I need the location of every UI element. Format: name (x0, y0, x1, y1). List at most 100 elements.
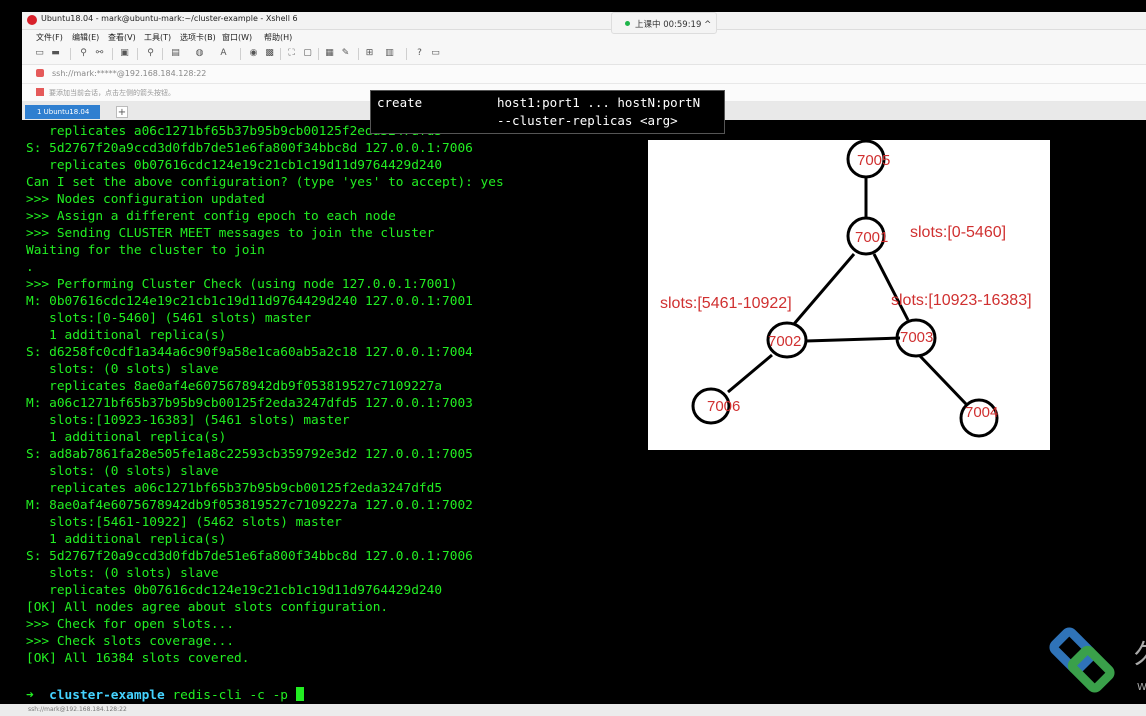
toolbar: ▭ ▬ ⚲ ⚯ ▣ ⚲ ▤ ◍ A ◉ ▩ ⛶ ▢ ▦ ✎ ⊞ ▥ ? ▭ (22, 44, 1146, 65)
terminal-line: Waiting for the cluster to join (26, 243, 265, 258)
class-timer[interactable]: 上课中 00:59:19 ^ (611, 12, 717, 34)
status-bar: ssh://mark@192.168.184.128:22 (0, 704, 1146, 716)
node-7001-label: 7001 (855, 229, 888, 246)
autocomplete-command[interactable]: create (377, 95, 422, 110)
slots-7003-label: slots:[10923-16383] (891, 292, 1032, 309)
hint-text: 要添加当前会话，点击左侧的箭头按钮。 (49, 89, 175, 97)
fullscreen-icon[interactable]: ⛶ (286, 48, 297, 59)
add-tab-button[interactable]: + (116, 106, 128, 118)
edge-7002-7003 (805, 336, 901, 343)
edge-7002-7006 (727, 353, 773, 394)
terminal-line: 1 additional replica(s) (26, 532, 227, 547)
properties-icon[interactable]: ▣ (119, 48, 130, 59)
watermark-subtext: W (1137, 682, 1146, 693)
terminal-line: slots: (0 slots) slave (26, 464, 219, 479)
menu-window[interactable]: 窗口(W) (222, 32, 252, 43)
terminal-line: S: 5d2767f20a9ccd3d0fdb7de51e6fa800f34bb… (26, 549, 473, 564)
terminal-line: S: d6258fc0cdf1a344a6c90f9a58e1ca60ab5a2… (26, 345, 473, 360)
tunnel-icon[interactable]: ▩ (264, 48, 275, 59)
toolbar-divider (318, 48, 319, 60)
timer-text: 上课中 00:59:19 ^ (635, 20, 712, 30)
terminal-line: [OK] All 16384 slots covered. (26, 651, 250, 666)
autocomplete-popup[interactable]: create host1:port1 ... hostN:portN --clu… (370, 90, 725, 134)
terminal-line: >>> Check slots coverage... (26, 634, 235, 649)
menu-view[interactable]: 查看(V) (108, 32, 136, 43)
disconnect-icon[interactable]: ⚯ (94, 48, 105, 59)
terminal-line: replicates 0b07616cdc124e19c21cb1c19d11d… (26, 158, 443, 173)
prompt-directory: cluster-example (49, 688, 165, 703)
cluster-diagram: 7005 7001 7002 7003 7006 7004 slots:[0-5… (648, 140, 1050, 450)
menu-help[interactable]: 帮助(H) (264, 32, 292, 43)
status-text: ssh://mark@192.168.184.128:22 (28, 706, 127, 713)
prompt-command[interactable]: redis-cli -c -p (172, 688, 288, 703)
edge-7001-7003 (872, 253, 910, 321)
toolbar-divider (137, 48, 138, 60)
open-folder-icon[interactable]: ▬ (50, 48, 61, 59)
terminal-line: replicates 0b07616cdc124e19c21cb1c19d11d… (26, 583, 443, 598)
node-7006-label: 7006 (707, 398, 740, 415)
terminal-line: M: a06c1271bf65b37b95b9cb00125f2eda3247d… (26, 396, 473, 411)
tab-ubuntu[interactable]: 1 Ubuntu18.04 (25, 105, 100, 119)
terminal-line: replicates 8ae0af4e6075678942db9f0538195… (26, 379, 443, 394)
font-icon[interactable]: A (218, 48, 229, 59)
keyboard-icon[interactable]: ▦ (324, 48, 335, 59)
terminal-line: >>> Sending CLUSTER MEET messages to joi… (26, 226, 435, 241)
bookmark-icon[interactable] (36, 88, 44, 96)
globe-icon[interactable]: ◍ (194, 48, 205, 59)
terminal-line: slots:[5461-10922] (5462 slots) master (26, 515, 342, 530)
print-icon[interactable]: ▤ (170, 48, 181, 59)
toolbar-divider (240, 48, 241, 60)
add-icon[interactable]: ⊞ (364, 48, 375, 59)
prompt-line[interactable]: ➜ cluster-example redis-cli -c -p (26, 687, 304, 704)
watermark-logo-icon (1049, 627, 1115, 693)
menu-tools[interactable]: 工具(T) (144, 32, 171, 43)
search-icon[interactable]: ⚲ (145, 48, 156, 59)
terminal-line: 1 additional replica(s) (26, 430, 227, 445)
watermark-text: 久 (1134, 634, 1146, 671)
text-cursor (295, 687, 304, 701)
window-title: Ubuntu18.04 - mark@ubuntu-mark:~/cluster… (41, 14, 298, 23)
xshell-logo-icon (27, 15, 37, 25)
menu-bar: 文件(F) 编辑(E) 查看(V) 工具(T) 选项卡(B) 窗口(W) 帮助(… (22, 30, 1146, 44)
node-7003-label: 7003 (900, 329, 933, 346)
terminal-line: >>> Nodes configuration updated (26, 192, 265, 207)
toolbar-divider (280, 48, 281, 60)
edge-7003-7004 (918, 354, 968, 406)
toolbar-divider (70, 48, 71, 60)
node-7005-label: 7005 (857, 152, 890, 169)
terminal-line: slots:[10923-16383] (5461 slots) master (26, 413, 350, 428)
menu-tabs[interactable]: 选项卡(B) (180, 32, 216, 43)
title-bar[interactable]: Ubuntu18.04 - mark@ubuntu-mark:~/cluster… (22, 12, 1146, 30)
lock-icon (36, 69, 44, 77)
toolbar-divider (162, 48, 163, 60)
layout-icon[interactable]: ▥ (384, 48, 395, 59)
watermark-logo (1040, 626, 1130, 706)
node-7002-label: 7002 (768, 333, 801, 350)
toolbar-divider (406, 48, 407, 60)
prompt-arrow: ➜ (26, 688, 34, 703)
menu-file[interactable]: 文件(F) (36, 32, 63, 43)
terminal-line: Can I set the above configuration? (type… (26, 175, 504, 190)
menu-edit[interactable]: 编辑(E) (72, 32, 99, 43)
node-7004-label: 7004 (965, 404, 998, 421)
lock-icon[interactable]: ▢ (302, 48, 313, 59)
compose-icon[interactable]: ✎ (340, 48, 351, 59)
reconnect-icon[interactable]: ⚲ (78, 48, 89, 59)
xftp-icon[interactable]: ◉ (248, 48, 259, 59)
chat-icon[interactable]: ▭ (430, 48, 441, 59)
slots-7001-label: slots:[0-5460] (910, 224, 1006, 241)
terminal-line: replicates a06c1271bf65b37b95b9cb00125f2… (26, 481, 443, 496)
terminal-line: S: 5d2767f20a9ccd3d0fdb7de51e6fa800f34bb… (26, 141, 473, 156)
terminal-line: 1 additional replica(s) (26, 328, 227, 343)
toolbar-divider (112, 48, 113, 60)
help-icon[interactable]: ? (414, 48, 425, 59)
address-bar[interactable]: ssh://mark:*****@192.168.184.128:22 (22, 65, 1146, 84)
address-text: ssh://mark:*****@192.168.184.128:22 (52, 69, 207, 78)
new-session-icon[interactable]: ▭ (34, 48, 45, 59)
edge-7001-7002 (792, 253, 856, 325)
autocomplete-args-line2: --cluster-replicas <arg> (497, 113, 678, 128)
terminal-line: slots:[0-5460] (5461 slots) master (26, 311, 312, 326)
terminal-line: >>> Check for open slots... (26, 617, 235, 632)
terminal-line: M: 0b07616cdc124e19c21cb1c19d11d9764429d… (26, 294, 473, 309)
cluster-diagram-svg: 7005 7001 7002 7003 7006 7004 slots:[0-5… (660, 140, 1032, 438)
